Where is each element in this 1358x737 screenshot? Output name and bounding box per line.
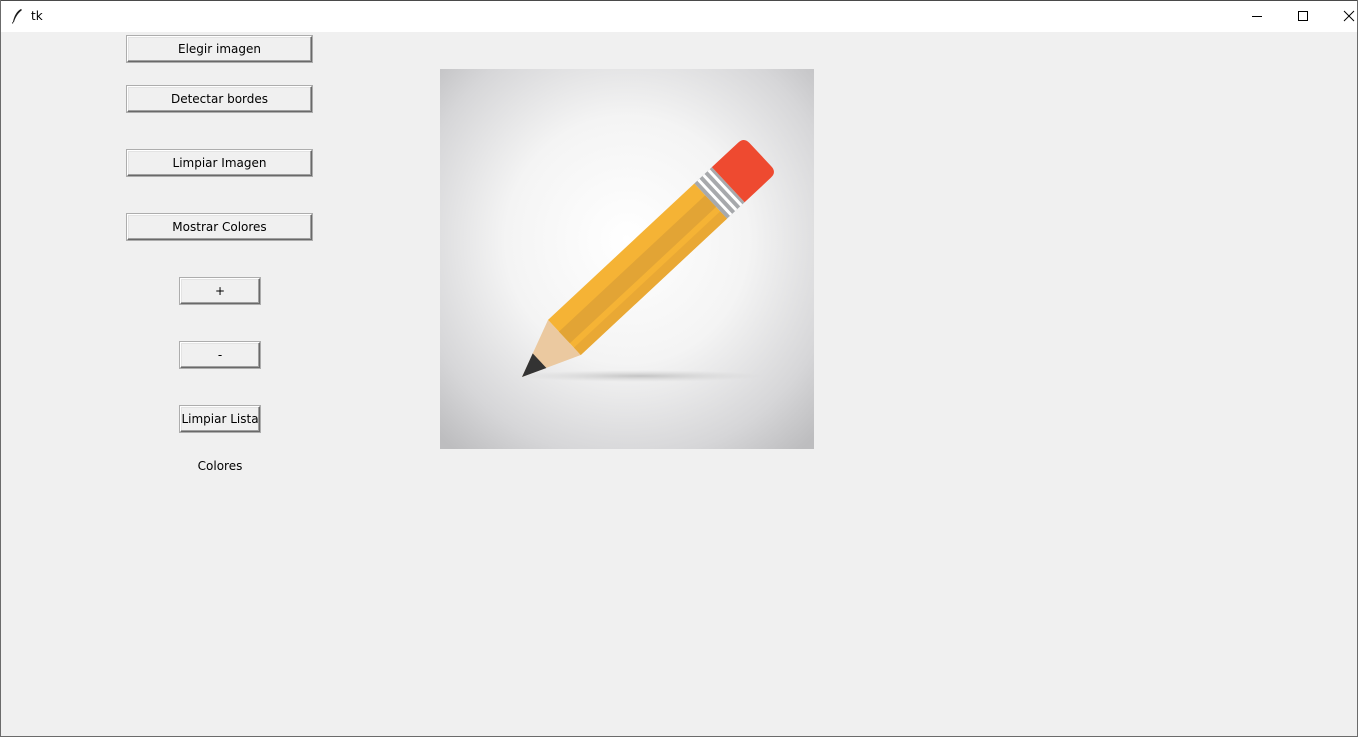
maximize-button[interactable] (1280, 1, 1326, 31)
minimize-button[interactable] (1234, 1, 1280, 31)
choose-image-button[interactable]: Elegir imagen (126, 35, 313, 63)
colors-label: Colores (197, 459, 243, 473)
close-button[interactable] (1326, 1, 1358, 31)
pencil-image (440, 69, 814, 449)
detect-edges-button[interactable]: Detectar bordes (126, 85, 313, 113)
show-colors-button[interactable]: Mostrar Colores (126, 213, 313, 241)
feather-icon (12, 9, 22, 24)
close-icon (1343, 10, 1355, 22)
clear-list-button[interactable]: Limpiar Lista (179, 405, 261, 433)
minimize-icon (1252, 16, 1262, 17)
window-title: tk (31, 9, 43, 23)
image-preview (440, 69, 814, 449)
maximize-icon (1298, 11, 1308, 21)
minus-button[interactable]: - (179, 341, 261, 369)
plus-button[interactable]: + (179, 277, 261, 305)
clear-image-button[interactable]: Limpiar Imagen (126, 149, 313, 177)
app-window: tk Elegir imagen Detectar bordes Limpiar… (0, 0, 1358, 737)
pencil-shadow (515, 370, 765, 382)
title-bar[interactable]: tk (1, 0, 1357, 32)
